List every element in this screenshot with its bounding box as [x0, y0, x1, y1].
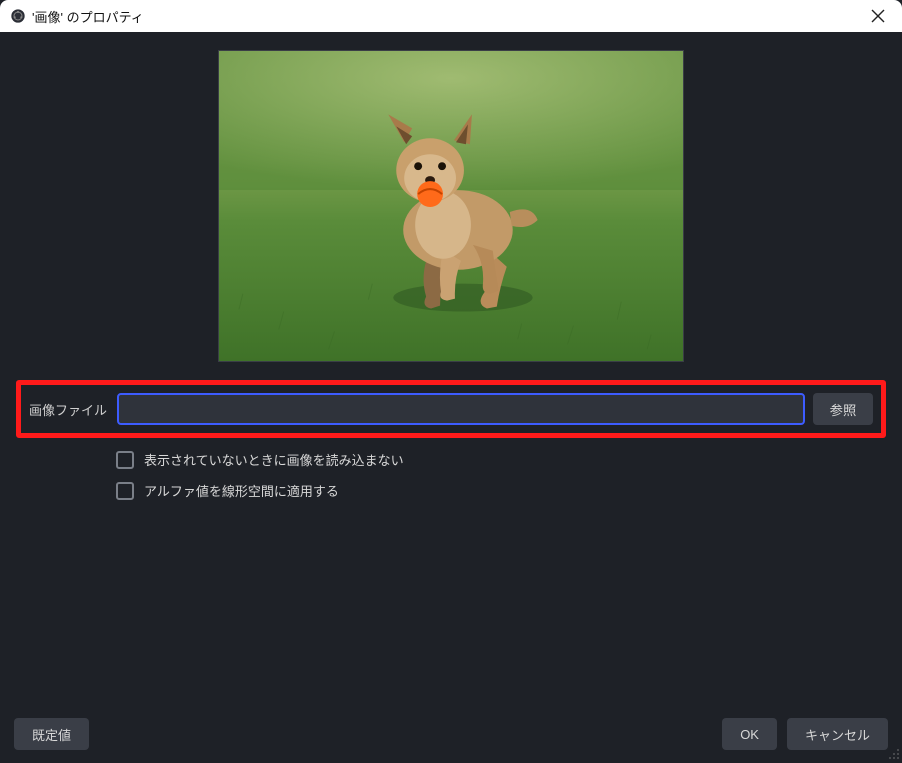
ok-button[interactable]: OK — [722, 718, 777, 750]
linear-alpha-row: アルファ値を線形空間に適用する — [116, 481, 886, 500]
window-title: '画像' のプロパティ — [32, 7, 858, 26]
image-file-row-highlight: 画像ファイル 参照 — [16, 380, 886, 438]
defaults-button[interactable]: 既定値 — [14, 718, 89, 750]
image-file-input[interactable] — [117, 393, 805, 425]
close-button[interactable] — [858, 0, 898, 32]
linear-alpha-label[interactable]: アルファ値を線形空間に適用する — [144, 481, 339, 500]
unload-when-hidden-row: 表示されていないときに画像を読み込まない — [116, 450, 886, 469]
close-icon — [871, 9, 885, 23]
unload-when-hidden-checkbox[interactable] — [116, 451, 134, 469]
titlebar: '画像' のプロパティ — [0, 0, 902, 32]
linear-alpha-checkbox[interactable] — [116, 482, 134, 500]
cancel-button[interactable]: キャンセル — [787, 718, 888, 750]
unload-when-hidden-label[interactable]: 表示されていないときに画像を読み込まない — [144, 450, 404, 469]
app-icon — [10, 8, 26, 24]
preview-area — [16, 50, 886, 362]
dialog-content: 画像ファイル 参照 表示されていないときに画像を読み込まない アルファ値を線形空… — [0, 32, 902, 706]
image-file-label: 画像ファイル — [29, 400, 109, 419]
dialog-footer: 既定値 OK キャンセル — [0, 706, 902, 762]
resize-grip[interactable] — [888, 748, 900, 760]
resize-grip-icon — [888, 748, 900, 760]
image-preview — [218, 50, 684, 362]
browse-button[interactable]: 参照 — [813, 393, 873, 425]
